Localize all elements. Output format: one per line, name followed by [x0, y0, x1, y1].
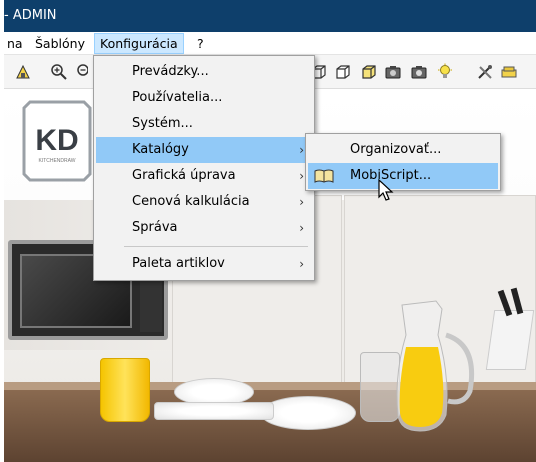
book-icon — [314, 169, 334, 183]
menu-item-sprava[interactable]: Správa › — [96, 215, 312, 241]
konfiguracia-dropdown: Prevádzky... Používatelia... Systém... K… — [93, 55, 315, 281]
chevron-right-icon: › — [299, 221, 304, 235]
menu-item-label: Grafická úprava — [132, 168, 236, 183]
building-icon[interactable] — [14, 63, 32, 81]
menu-konfiguracia[interactable]: Konfigurácia — [94, 33, 184, 54]
title-bar: - ADMIN — [4, 0, 536, 32]
menu-item-label: Prevádzky... — [132, 64, 209, 79]
plate-rect — [154, 402, 274, 420]
menu-item-label: Cenová kalkulácia — [132, 194, 250, 209]
menu-item-label: Organizovať... — [350, 142, 442, 157]
logo-subtext: KITCHENDRAW — [38, 158, 75, 164]
menu-item-pouzivatelia[interactable]: Používatelia... — [96, 85, 312, 111]
menu-item-organizovat[interactable]: Organizovať... — [308, 137, 498, 163]
sofa-icon[interactable] — [500, 63, 518, 81]
chevron-right-icon: › — [299, 257, 304, 271]
knife-block — [485, 310, 535, 370]
chevron-right-icon: › — [299, 195, 304, 209]
menu-item-label: Paleta artiklov — [132, 256, 225, 271]
mouse-cursor-icon — [378, 179, 394, 201]
menu-item-prevadzky[interactable]: Prevádzky... — [96, 59, 312, 85]
menu-item-katalogy[interactable]: Katalógy › — [96, 137, 312, 163]
menu-item-graficka-uprava[interactable]: Grafická úprava › — [96, 163, 312, 189]
zoom-out-icon[interactable] — [76, 63, 88, 81]
camera-2-icon[interactable] — [410, 63, 428, 81]
juice-pitcher — [396, 300, 475, 432]
menu-item-paleta-artiklov[interactable]: Paleta artiklov › — [96, 251, 312, 277]
menu-file[interactable]: na — [4, 33, 28, 54]
menu-item-label: Používatelia... — [132, 90, 223, 105]
light-bulb-icon[interactable] — [436, 63, 454, 81]
box-open-icon[interactable] — [360, 63, 378, 81]
tools-icon[interactable] — [476, 63, 494, 81]
menu-item-cenova-kalkulacia[interactable]: Cenová kalkulácia › — [96, 189, 312, 215]
window-title: - ADMIN — [4, 8, 57, 23]
chevron-right-icon: › — [299, 143, 304, 157]
menu-separator — [124, 246, 308, 247]
plate-2 — [260, 396, 356, 430]
menu-item-system[interactable]: Systém... — [96, 111, 312, 137]
menu-sablony[interactable]: Šablóny — [30, 33, 90, 54]
logo-text: KD — [35, 124, 78, 157]
box-icon[interactable] — [334, 63, 352, 81]
menu-item-mobiscript[interactable]: MobiScript... — [308, 163, 498, 189]
menu-item-label: Katalógy — [132, 142, 189, 157]
juice-glass — [100, 358, 150, 422]
menu-bar: na Šablóny Konfigurácia ? — [4, 32, 536, 55]
zoom-in-icon[interactable] — [50, 63, 68, 81]
menu-item-label: Správa — [132, 220, 178, 235]
menu-item-label: Systém... — [132, 116, 193, 131]
katalogy-submenu: Organizovať... MobiScript... — [305, 133, 501, 191]
chevron-right-icon: › — [299, 169, 304, 183]
camera-icon[interactable] — [384, 63, 402, 81]
app-window: - ADMIN na Šablóny Konfigurácia ? KD KIT… — [4, 0, 536, 462]
menu-help[interactable]: ? — [192, 33, 209, 54]
kitchendraw-logo: KD KITCHENDRAW — [22, 100, 92, 182]
